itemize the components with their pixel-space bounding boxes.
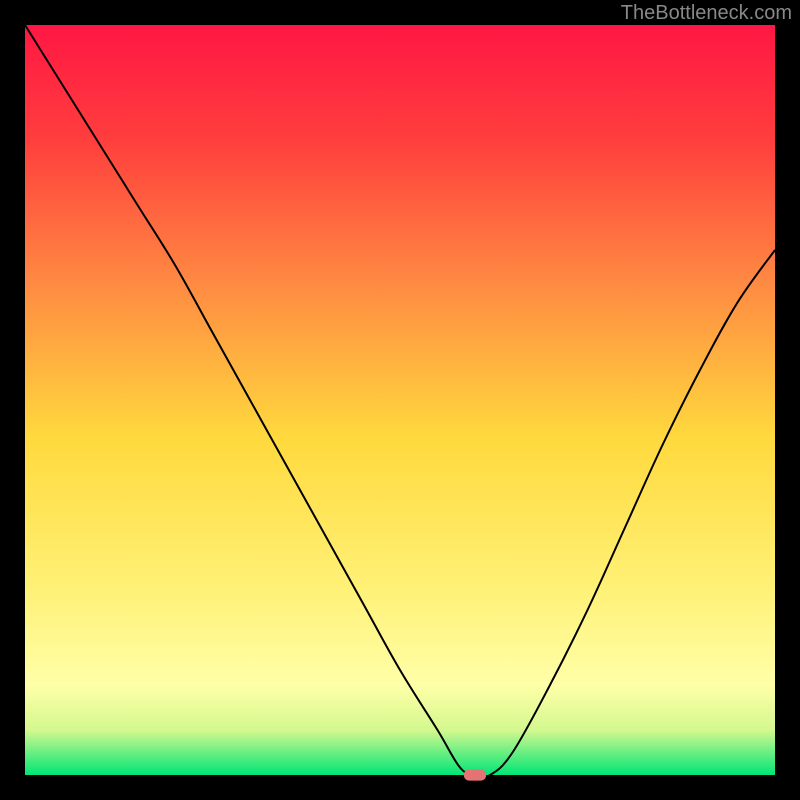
optimal-marker [464,769,487,780]
chart-svg [0,0,800,800]
chart-container: TheBottleneck.com [0,0,800,800]
plot-background [25,25,775,775]
watermark: TheBottleneck.com [621,2,792,25]
